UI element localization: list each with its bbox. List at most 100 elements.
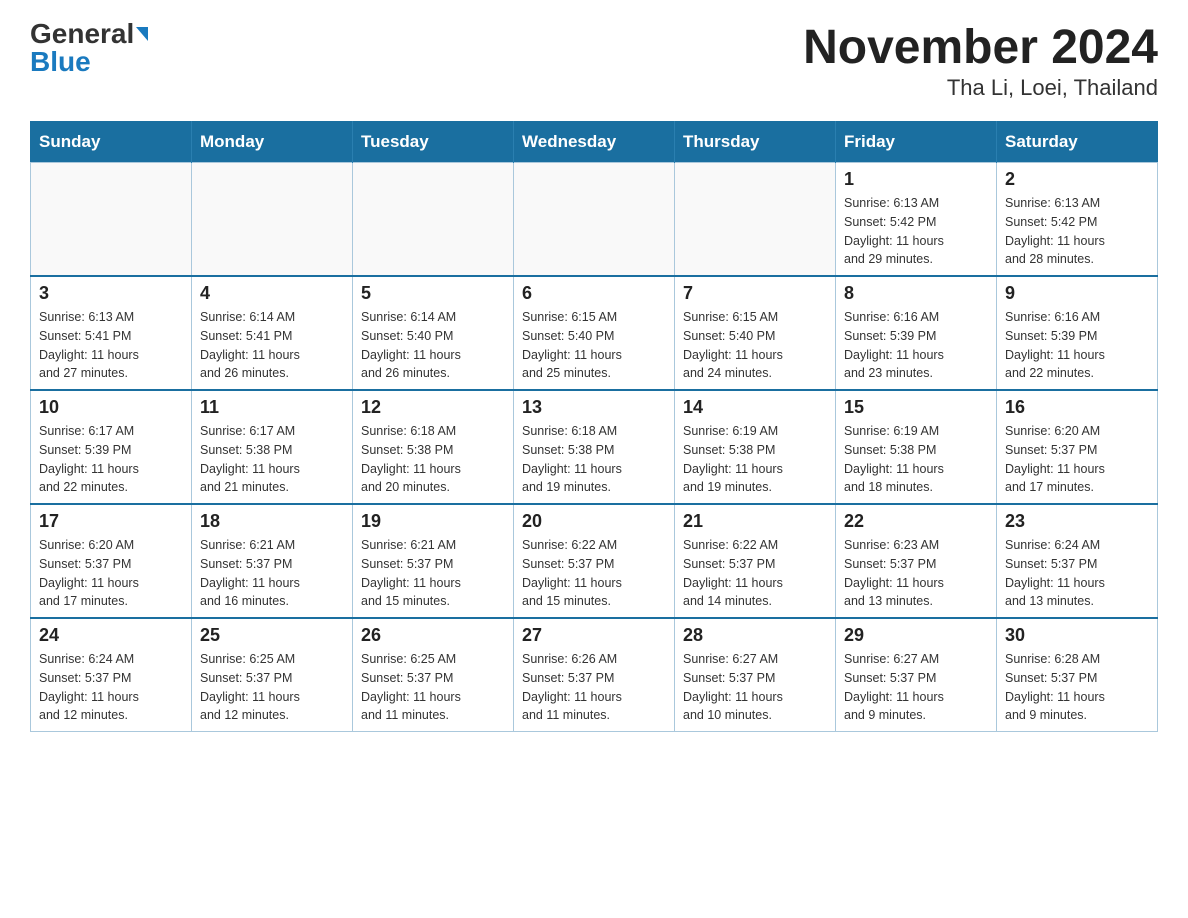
day-cell: 16 Sunrise: 6:20 AM Sunset: 5:37 PM Dayli…: [997, 390, 1158, 504]
day-cell: 8Sunrise: 6:16 AM Sunset: 5:39 PM Daylig…: [836, 276, 997, 390]
day-header-friday: Friday: [836, 122, 997, 163]
day-cell: [192, 163, 353, 277]
day-number: 30: [1005, 625, 1149, 646]
day-header-tuesday: Tuesday: [353, 122, 514, 163]
day-cell: [675, 163, 836, 277]
day-number: 11: [200, 397, 344, 418]
day-cell: 11 Sunrise: 6:17 AM Sunset: 5:38 PM Dayli…: [192, 390, 353, 504]
day-header-saturday: Saturday: [997, 122, 1158, 163]
week-row-1: 1 Sunrise: 6:13 AM Sunset: 5:42 PM Daylig…: [31, 163, 1158, 277]
day-cell: [353, 163, 514, 277]
day-number: 5: [361, 283, 505, 304]
day-info: Sunrise: 6:14 AM Sunset: 5:41 PM Dayligh…: [200, 308, 344, 383]
day-info: Sunrise: 6:22 AM Sunset: 5:37 PM Dayligh…: [522, 536, 666, 611]
day-header-thursday: Thursday: [675, 122, 836, 163]
day-info: Sunrise: 6:13 AM Sunset: 5:42 PM Dayligh…: [844, 194, 988, 269]
day-info: Sunrise: 6:15 AM Sunset: 5:40 PM Dayligh…: [683, 308, 827, 383]
day-cell: 18 Sunrise: 6:21 AM Sunset: 5:37 PM Dayli…: [192, 504, 353, 618]
days-of-week-row: SundayMondayTuesdayWednesdayThursdayFrid…: [31, 122, 1158, 163]
day-number: 7: [683, 283, 827, 304]
day-info: Sunrise: 6:24 AM Sunset: 5:37 PM Dayligh…: [1005, 536, 1149, 611]
day-info: Sunrise: 6:20 AM Sunset: 5:37 PM Dayligh…: [1005, 422, 1149, 497]
day-cell: 30 Sunrise: 6:28 AM Sunset: 5:37 PM Dayli…: [997, 618, 1158, 732]
day-cell: 13Sunrise: 6:18 AM Sunset: 5:38 PM Dayli…: [514, 390, 675, 504]
day-number: 14: [683, 397, 827, 418]
day-number: 24: [39, 625, 183, 646]
day-cell: 22 Sunrise: 6:23 AM Sunset: 5:37 PM Dayli…: [836, 504, 997, 618]
day-cell: 28 Sunrise: 6:27 AM Sunset: 5:37 PM Dayli…: [675, 618, 836, 732]
day-cell: 9 Sunrise: 6:16 AM Sunset: 5:39 PM Daylig…: [997, 276, 1158, 390]
calendar-table: SundayMondayTuesdayWednesdayThursdayFrid…: [30, 121, 1158, 732]
day-number: 1: [844, 169, 988, 190]
day-number: 28: [683, 625, 827, 646]
day-info: Sunrise: 6:18 AM Sunset: 5:38 PM Dayligh…: [361, 422, 505, 497]
day-cell: 24 Sunrise: 6:24 AM Sunset: 5:37 PM Dayli…: [31, 618, 192, 732]
day-info: Sunrise: 6:23 AM Sunset: 5:37 PM Dayligh…: [844, 536, 988, 611]
day-number: 10: [39, 397, 183, 418]
logo-blue-text: Blue: [30, 48, 91, 76]
title-block: November 2024 Tha Li, Loei, Thailand: [803, 20, 1158, 101]
day-info: Sunrise: 6:20 AM Sunset: 5:37 PM Dayligh…: [39, 536, 183, 611]
day-cell: 2Sunrise: 6:13 AM Sunset: 5:42 PM Daylig…: [997, 163, 1158, 277]
day-number: 22: [844, 511, 988, 532]
day-cell: 29 Sunrise: 6:27 AM Sunset: 5:37 PM Dayli…: [836, 618, 997, 732]
day-number: 16: [1005, 397, 1149, 418]
page-header: General Blue November 2024 Tha Li, Loei,…: [30, 20, 1158, 101]
day-number: 9: [1005, 283, 1149, 304]
day-number: 15: [844, 397, 988, 418]
day-cell: 12Sunrise: 6:18 AM Sunset: 5:38 PM Dayli…: [353, 390, 514, 504]
day-info: Sunrise: 6:24 AM Sunset: 5:37 PM Dayligh…: [39, 650, 183, 725]
logo: General Blue: [30, 20, 148, 76]
day-info: Sunrise: 6:19 AM Sunset: 5:38 PM Dayligh…: [844, 422, 988, 497]
day-number: 20: [522, 511, 666, 532]
day-info: Sunrise: 6:22 AM Sunset: 5:37 PM Dayligh…: [683, 536, 827, 611]
day-cell: 4 Sunrise: 6:14 AM Sunset: 5:41 PM Daylig…: [192, 276, 353, 390]
week-row-3: 10Sunrise: 6:17 AM Sunset: 5:39 PM Dayli…: [31, 390, 1158, 504]
day-info: Sunrise: 6:26 AM Sunset: 5:37 PM Dayligh…: [522, 650, 666, 725]
day-header-sunday: Sunday: [31, 122, 192, 163]
day-number: 8: [844, 283, 988, 304]
day-number: 29: [844, 625, 988, 646]
day-info: Sunrise: 6:27 AM Sunset: 5:37 PM Dayligh…: [844, 650, 988, 725]
day-cell: 1 Sunrise: 6:13 AM Sunset: 5:42 PM Daylig…: [836, 163, 997, 277]
calendar-header: SundayMondayTuesdayWednesdayThursdayFrid…: [31, 122, 1158, 163]
day-number: 26: [361, 625, 505, 646]
logo-general-text: General: [30, 20, 134, 48]
day-cell: 27Sunrise: 6:26 AM Sunset: 5:37 PM Dayli…: [514, 618, 675, 732]
week-row-2: 3 Sunrise: 6:13 AM Sunset: 5:41 PM Daylig…: [31, 276, 1158, 390]
day-info: Sunrise: 6:21 AM Sunset: 5:37 PM Dayligh…: [361, 536, 505, 611]
calendar-subtitle: Tha Li, Loei, Thailand: [803, 75, 1158, 101]
day-cell: 6Sunrise: 6:15 AM Sunset: 5:40 PM Daylig…: [514, 276, 675, 390]
day-number: 18: [200, 511, 344, 532]
day-info: Sunrise: 6:25 AM Sunset: 5:37 PM Dayligh…: [200, 650, 344, 725]
day-number: 17: [39, 511, 183, 532]
calendar-title: November 2024: [803, 20, 1158, 75]
day-info: Sunrise: 6:25 AM Sunset: 5:37 PM Dayligh…: [361, 650, 505, 725]
day-cell: 10Sunrise: 6:17 AM Sunset: 5:39 PM Dayli…: [31, 390, 192, 504]
day-number: 4: [200, 283, 344, 304]
day-cell: 26 Sunrise: 6:25 AM Sunset: 5:37 PM Dayli…: [353, 618, 514, 732]
calendar-body: 1 Sunrise: 6:13 AM Sunset: 5:42 PM Daylig…: [31, 163, 1158, 732]
day-number: 25: [200, 625, 344, 646]
day-cell: 21 Sunrise: 6:22 AM Sunset: 5:37 PM Dayli…: [675, 504, 836, 618]
day-cell: 14 Sunrise: 6:19 AM Sunset: 5:38 PM Dayli…: [675, 390, 836, 504]
day-number: 3: [39, 283, 183, 304]
day-info: Sunrise: 6:17 AM Sunset: 5:38 PM Dayligh…: [200, 422, 344, 497]
day-cell: 23 Sunrise: 6:24 AM Sunset: 5:37 PM Dayli…: [997, 504, 1158, 618]
day-info: Sunrise: 6:27 AM Sunset: 5:37 PM Dayligh…: [683, 650, 827, 725]
day-number: 23: [1005, 511, 1149, 532]
day-info: Sunrise: 6:21 AM Sunset: 5:37 PM Dayligh…: [200, 536, 344, 611]
day-cell: 7 Sunrise: 6:15 AM Sunset: 5:40 PM Daylig…: [675, 276, 836, 390]
day-cell: [514, 163, 675, 277]
week-row-4: 17 Sunrise: 6:20 AM Sunset: 5:37 PM Dayli…: [31, 504, 1158, 618]
day-number: 21: [683, 511, 827, 532]
day-info: Sunrise: 6:19 AM Sunset: 5:38 PM Dayligh…: [683, 422, 827, 497]
day-info: Sunrise: 6:13 AM Sunset: 5:41 PM Dayligh…: [39, 308, 183, 383]
day-info: Sunrise: 6:15 AM Sunset: 5:40 PM Dayligh…: [522, 308, 666, 383]
day-cell: [31, 163, 192, 277]
day-number: 13: [522, 397, 666, 418]
day-info: Sunrise: 6:16 AM Sunset: 5:39 PM Dayligh…: [1005, 308, 1149, 383]
day-number: 19: [361, 511, 505, 532]
day-info: Sunrise: 6:28 AM Sunset: 5:37 PM Dayligh…: [1005, 650, 1149, 725]
logo-arrow-icon: [136, 27, 148, 41]
